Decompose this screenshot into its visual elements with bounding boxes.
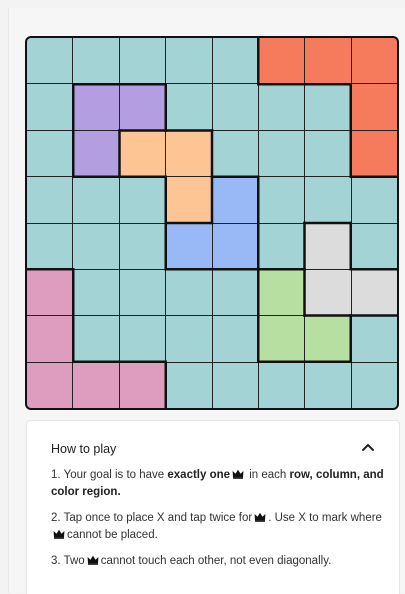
board-cell-r7-c1[interactable] [27, 316, 73, 362]
board-cell-r5-c2[interactable] [73, 223, 119, 269]
board-frame [25, 36, 399, 410]
board-cell-r2-c5[interactable] [212, 84, 258, 130]
board-cell-r1-c4[interactable] [166, 38, 212, 84]
board-cell-r4-c8[interactable] [351, 177, 397, 223]
board-cell-r3-c5[interactable] [212, 130, 258, 177]
board-cell-r5-c1[interactable] [27, 223, 73, 269]
board-cell-r1-c6[interactable] [258, 38, 305, 84]
crown-icon [87, 554, 99, 565]
board-cell-r5-c8[interactable] [351, 223, 397, 269]
rule-item-1: 1. Your goal is to have exactly one in e… [51, 467, 391, 501]
board-cell-r6-c3[interactable] [119, 269, 166, 316]
rule-text: Your goal is to have [63, 469, 168, 481]
board-cell-r7-c8[interactable] [351, 316, 397, 362]
board-cell-r7-c5[interactable] [212, 316, 258, 362]
board-cell-r1-c8[interactable] [351, 38, 397, 84]
rule-item-3: 3. Two cannot touch each other, not even … [51, 553, 391, 570]
rules-list: 1. Your goal is to have exactly one in e… [51, 467, 391, 579]
board-cell-r7-c2[interactable] [73, 316, 119, 362]
chevron-up-icon[interactable] [359, 439, 377, 457]
board-cell-r7-c4[interactable] [166, 316, 212, 362]
board-cell-r3-c6[interactable] [258, 130, 305, 177]
board-cell-r2-c7[interactable] [305, 84, 351, 130]
board-cell-r5-c3[interactable] [119, 223, 166, 269]
board-cell-r2-c2[interactable] [73, 84, 119, 130]
rule-text: cannot touch each other, not even diagon… [100, 555, 332, 567]
rule-number: 3. [51, 555, 61, 567]
board-cell-r4-c6[interactable] [258, 177, 305, 223]
board-cell-r5-c7[interactable] [305, 223, 351, 269]
board-cell-r8-c5[interactable] [212, 362, 258, 408]
board-cell-r6-c5[interactable] [212, 269, 258, 316]
board-cell-r4-c1[interactable] [27, 177, 73, 223]
rule-item-2: 2. Tap once to place X and tap twice for… [51, 510, 391, 544]
board-cell-r3-c4[interactable] [166, 130, 212, 177]
board-cell-r4-c7[interactable] [305, 177, 351, 223]
board-cell-r2-c4[interactable] [166, 84, 212, 130]
board-cell-r6-c6[interactable] [258, 269, 305, 316]
board-cell-r7-c7[interactable] [305, 316, 351, 362]
board-cell-r8-c8[interactable] [351, 362, 397, 408]
board-cell-r6-c2[interactable] [73, 269, 119, 316]
board-cell-r1-c5[interactable] [212, 38, 258, 84]
board-cell-r1-c2[interactable] [73, 38, 119, 84]
board-cell-r3-c2[interactable] [73, 130, 119, 177]
rule-text: Tap once to place X and tap twice for [63, 512, 253, 524]
rule-text: Two [63, 555, 85, 567]
board-cell-r6-c1[interactable] [27, 269, 73, 316]
board-cell-r1-c7[interactable] [305, 38, 351, 84]
rule-number: 1. [51, 469, 61, 481]
board-cell-r2-c3[interactable] [119, 84, 166, 130]
board-cell-r5-c6[interactable] [258, 223, 305, 269]
board-cell-r3-c3[interactable] [119, 130, 166, 177]
board-cell-r2-c6[interactable] [258, 84, 305, 130]
board-cell-r8-c7[interactable] [305, 362, 351, 408]
queens-board [27, 38, 397, 408]
board-cell-r3-c1[interactable] [27, 130, 73, 177]
board-cell-r6-c7[interactable] [305, 269, 351, 316]
rule-emphasis: exactly one [167, 469, 231, 481]
rule-text: cannot be placed. [67, 529, 158, 541]
board-cell-r3-c7[interactable] [305, 130, 351, 177]
board-cell-r8-c3[interactable] [119, 362, 166, 408]
how-to-play-panel: How to play 1. Your goal is to have exac… [26, 420, 400, 594]
board-cell-r4-c4[interactable] [166, 177, 212, 223]
board-cell-r3-c8[interactable] [351, 130, 397, 177]
board-cell-r6-c8[interactable] [351, 269, 397, 316]
crown-icon [254, 511, 266, 522]
board-cell-r4-c3[interactable] [119, 177, 166, 223]
crown-icon [232, 468, 244, 479]
board-cell-r7-c6[interactable] [258, 316, 305, 362]
board-cell-r4-c2[interactable] [73, 177, 119, 223]
board-cell-r2-c1[interactable] [27, 84, 73, 130]
board-cell-r4-c5[interactable] [212, 177, 258, 223]
board-cell-r8-c1[interactable] [27, 362, 73, 408]
rule-text: in each [246, 469, 290, 481]
board-cell-r5-c4[interactable] [166, 223, 212, 269]
rule-text: . Use X to mark where [268, 512, 382, 524]
board-cell-r2-c8[interactable] [351, 84, 397, 130]
board-cell-r5-c5[interactable] [212, 223, 258, 269]
how-to-play-title: How to play [51, 442, 117, 456]
board-cell-r1-c1[interactable] [27, 38, 73, 84]
rule-number: 2. [51, 512, 61, 524]
board-cell-r6-c4[interactable] [166, 269, 212, 316]
board-cell-r8-c4[interactable] [166, 362, 212, 408]
board-cell-r8-c2[interactable] [73, 362, 119, 408]
crown-icon [53, 528, 65, 539]
game-page: How to play 1. Your goal is to have exac… [8, 8, 405, 594]
board-cell-r8-c6[interactable] [258, 362, 305, 408]
board-cell-r7-c3[interactable] [119, 316, 166, 362]
board-cell-r1-c3[interactable] [119, 38, 166, 84]
